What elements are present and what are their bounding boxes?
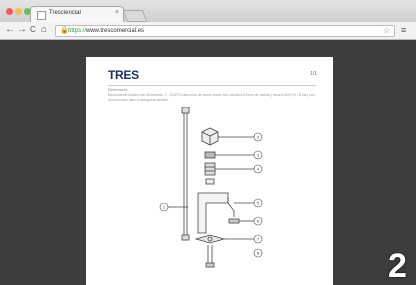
nut-part xyxy=(205,262,215,268)
cartridge-part xyxy=(204,162,216,176)
tab-close-icon[interactable]: × xyxy=(115,9,119,16)
exploded-parts-diagram: 1 2 3 4 5 6 7 8 xyxy=(159,107,263,268)
address-bar[interactable]: 🔒 https://www.trescomercial.es ☆ xyxy=(55,25,395,37)
back-button[interactable]: ← xyxy=(5,24,15,36)
reload-button[interactable]: C xyxy=(30,24,36,36)
hose-top-fitting xyxy=(181,107,190,114)
brand-logo: TRES xyxy=(108,68,139,82)
step-number-badge: 2 xyxy=(388,247,407,285)
browser-toolbar: ← → C ⌂ 🔒 https://www.trescomercial.es ☆… xyxy=(0,22,416,40)
url-host: www.trescomercial.es xyxy=(86,28,145,34)
minimize-window-button[interactable] xyxy=(15,8,22,15)
tab-title: Tresciencial xyxy=(49,10,81,16)
hose-bottom-fitting xyxy=(181,234,190,241)
pdf-viewer[interactable]: TRES 1/1 Referencia Monomando lavabo con… xyxy=(0,40,416,285)
close-window-button[interactable] xyxy=(6,8,13,15)
aerator-part xyxy=(205,178,215,185)
tap-body-part xyxy=(197,192,229,234)
title-bar: Tresciencial × xyxy=(0,0,416,23)
browser-tab[interactable]: Tresciencial × xyxy=(30,6,124,23)
forward-button[interactable]: → xyxy=(17,24,27,36)
home-button[interactable]: ⌂ xyxy=(41,24,47,36)
new-tab-button[interactable] xyxy=(122,10,148,22)
connector-part xyxy=(228,218,240,224)
product-description: Monomando lavabo con Monotrade. 1 - 0037… xyxy=(108,93,315,102)
browser-menu-icon[interactable]: ≡ xyxy=(401,26,406,35)
page-number: 1/1 xyxy=(310,71,317,77)
page-favicon-icon xyxy=(37,11,46,20)
url-scheme: https:// xyxy=(68,28,87,34)
spout-part xyxy=(227,197,235,217)
pdf-page: TRES 1/1 Referencia Monomando lavabo con… xyxy=(86,57,333,285)
base-plate-part xyxy=(194,234,226,244)
document-subtitle: Referencia xyxy=(108,87,128,92)
bookmark-star-icon[interactable]: ☆ xyxy=(383,26,390,35)
url-text: https://www.trescomercial.es xyxy=(68,27,144,35)
cap-part xyxy=(204,151,216,159)
header-divider xyxy=(108,85,316,86)
browser-window: Tresciencial × ← → C ⌂ 🔒 https://www.tre… xyxy=(0,0,416,285)
